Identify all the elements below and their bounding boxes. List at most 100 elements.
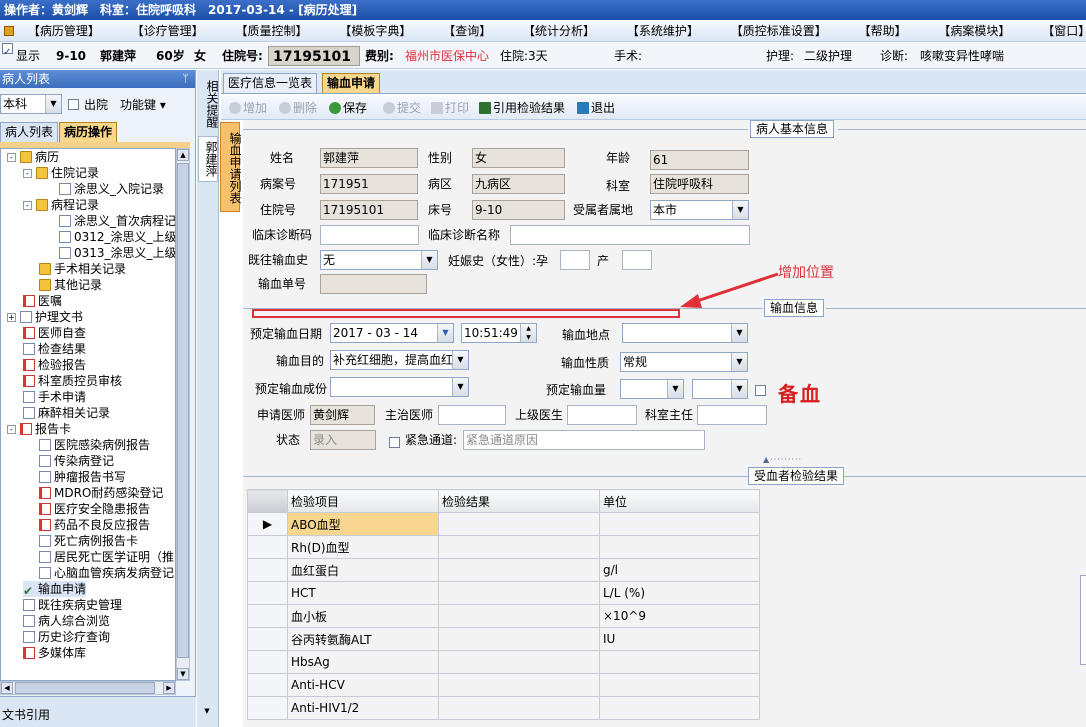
- tree-node-progress-0313[interactable]: 0313_涂思义_上级: [59, 245, 175, 261]
- menu-item-system[interactable]: 【系统维护】: [623, 20, 703, 41]
- column-header[interactable]: 单位: [599, 489, 760, 513]
- tree-node-self-check[interactable]: 医师自查: [23, 325, 86, 341]
- table-row[interactable]: HCT L/L (%): [247, 581, 760, 605]
- chevron-down-icon[interactable]: ▼: [201, 706, 213, 718]
- pin-icon[interactable]: ᛘ: [182, 70, 189, 88]
- standby-checkbox[interactable]: [755, 383, 766, 397]
- lab-unit[interactable]: [599, 696, 760, 720]
- table-row[interactable]: Rh(D)血型: [247, 535, 760, 559]
- superior-input[interactable]: [567, 405, 637, 425]
- lab-item[interactable]: 血红蛋白: [287, 558, 439, 582]
- lab-unit[interactable]: [599, 535, 760, 559]
- lab-unit[interactable]: [599, 650, 760, 674]
- director-input[interactable]: [697, 405, 767, 425]
- tab-patient-list[interactable]: 病人列表: [0, 122, 59, 142]
- scroll-right-icon[interactable]: ▶: [163, 682, 175, 694]
- lab-item[interactable]: HCT: [287, 581, 439, 605]
- lab-result[interactable]: [438, 696, 600, 720]
- menu-item-template[interactable]: 【模板字典】: [335, 20, 415, 41]
- tree-node-infectious-register[interactable]: 传染病登记: [39, 453, 114, 469]
- component-select[interactable]: ▼: [330, 377, 469, 397]
- tree-node-progress-0312[interactable]: 0312_涂思义_上级: [59, 229, 175, 245]
- tree-node-anesthesia[interactable]: 麻醉相关记录: [23, 405, 110, 421]
- tab-related-reminder[interactable]: 相关提醒: [198, 74, 219, 134]
- column-header[interactable]: 检验项目: [287, 489, 439, 513]
- lab-result[interactable]: [438, 627, 600, 651]
- diagnosis-name-input[interactable]: [510, 225, 750, 245]
- tree-node-qc-review[interactable]: 科室质控员审核: [23, 373, 122, 389]
- splitter-handle-icon[interactable]: ▲·········: [763, 455, 802, 464]
- menu-item-record[interactable]: 【病历管理】: [24, 20, 104, 41]
- transfusion-place-select[interactable]: ▼: [622, 323, 748, 343]
- tree-node-record[interactable]: - 病历: [7, 149, 59, 165]
- column-header[interactable]: 检验结果: [438, 489, 600, 513]
- birth-count-input[interactable]: [622, 250, 652, 270]
- lab-item[interactable]: ABO血型: [287, 512, 439, 536]
- pregnancy-count-input[interactable]: [560, 250, 590, 270]
- transfusion-purpose-select[interactable]: 补充红细胞，提高血红 ▼: [330, 350, 469, 370]
- tree-node-adverse-drug[interactable]: 药品不良反应报告: [39, 517, 150, 533]
- lab-unit[interactable]: L/L (%): [599, 581, 760, 605]
- lab-unit[interactable]: ×10^9: [599, 604, 760, 628]
- tree-node-multimedia[interactable]: 多媒体库: [23, 645, 86, 661]
- tree-node-other-records[interactable]: 其他记录: [39, 277, 102, 293]
- dept-select[interactable]: 本科 ▼: [0, 94, 62, 114]
- tree-node-surgery-records[interactable]: 手术相关记录: [39, 261, 126, 277]
- lab-unit[interactable]: [599, 512, 760, 536]
- tree-horizontal-scrollbar[interactable]: ◀ ▶: [0, 681, 176, 695]
- document-cite-bar[interactable]: 文书引用: [0, 696, 196, 727]
- lab-item[interactable]: HbsAg: [287, 650, 439, 674]
- tree-node-transfusion-request[interactable]: ✔ 输血申请: [23, 581, 87, 597]
- menu-item-qc-standard[interactable]: 【质控标准设置】: [727, 20, 831, 41]
- lab-result[interactable]: [438, 604, 600, 628]
- lab-item[interactable]: Anti-HIV1/2: [287, 696, 439, 720]
- menu-item-statistics[interactable]: 【统计分析】: [519, 20, 599, 41]
- lab-result[interactable]: [438, 581, 600, 605]
- tree-node-history-query[interactable]: 历史诊疗查询: [23, 629, 110, 645]
- scroll-thumb[interactable]: [177, 163, 189, 658]
- tab-patient-name[interactable]: 郭建萍: [198, 136, 218, 182]
- attending-input[interactable]: [438, 405, 506, 425]
- tree-node-exam-results[interactable]: 检查结果: [23, 341, 86, 357]
- cite-lab-results-button[interactable]: 引用检验结果: [479, 96, 565, 120]
- lab-item[interactable]: Rh(D)血型: [287, 535, 439, 559]
- region-select[interactable]: 本市 ▼: [650, 200, 749, 220]
- menu-item-help[interactable]: 【帮助】: [855, 20, 911, 41]
- tree-node-infection-report[interactable]: 医院感染病例报告: [39, 437, 150, 453]
- tree-node-progress[interactable]: - 病程记录: [23, 197, 99, 213]
- menu-item-query[interactable]: 【查询】: [439, 20, 495, 41]
- tree-node-lab-reports[interactable]: 检验报告: [23, 357, 86, 373]
- tree-node-admission[interactable]: - 住院记录: [23, 165, 99, 181]
- save-button[interactable]: 保存: [329, 96, 367, 120]
- lab-unit[interactable]: IU: [599, 627, 760, 651]
- tab-medical-overview[interactable]: 医疗信息一览表: [223, 73, 318, 93]
- tree-node-nursing-docs[interactable]: + 护理文书: [7, 309, 83, 325]
- tab-transfusion-list[interactable]: 输血申请列表: [220, 122, 242, 212]
- tree-node-death-card[interactable]: 死亡病例报告卡: [39, 533, 138, 549]
- print-button[interactable]: 打印: [431, 96, 469, 120]
- delete-button[interactable]: 删除: [279, 96, 317, 120]
- tree-node-safety-report[interactable]: 医疗安全隐患报告: [39, 501, 150, 517]
- table-row[interactable]: 谷丙转氨酶ALT IU: [247, 627, 760, 651]
- lab-item[interactable]: Anti-HCV: [287, 673, 439, 697]
- table-row[interactable]: Anti-HCV: [247, 673, 760, 697]
- lab-unit[interactable]: [599, 673, 760, 697]
- discharged-checkbox[interactable]: [68, 97, 79, 111]
- table-row[interactable]: Anti-HIV1/2: [247, 696, 760, 720]
- tree-node-death-certificate[interactable]: 居民死亡医学证明（推: [39, 549, 174, 565]
- tree-vertical-scrollbar[interactable]: ▲ ▼: [176, 148, 190, 681]
- transfusion-history-select[interactable]: 无 ▼: [320, 250, 438, 270]
- amount-select[interactable]: ▼: [620, 379, 684, 399]
- table-row[interactable]: HbsAg: [247, 650, 760, 674]
- tree-node-progress-first[interactable]: 涂思义_首次病程记: [59, 213, 175, 229]
- exit-button[interactable]: 退出: [577, 96, 615, 120]
- lab-result[interactable]: [438, 558, 600, 582]
- table-row[interactable]: 血红蛋白 g/l: [247, 558, 760, 582]
- tree-node-patient-overview[interactable]: 病人综合浏览: [23, 613, 110, 629]
- lab-item[interactable]: 血小板: [287, 604, 439, 628]
- tab-record-operation[interactable]: 病历操作: [59, 122, 118, 142]
- add-button[interactable]: 增加: [229, 96, 267, 120]
- diagnosis-code-input[interactable]: [320, 225, 419, 245]
- menu-item-case-module[interactable]: 【病案模块】: [934, 20, 1014, 41]
- emergency-reason-input[interactable]: 紧急通道原因: [463, 430, 705, 450]
